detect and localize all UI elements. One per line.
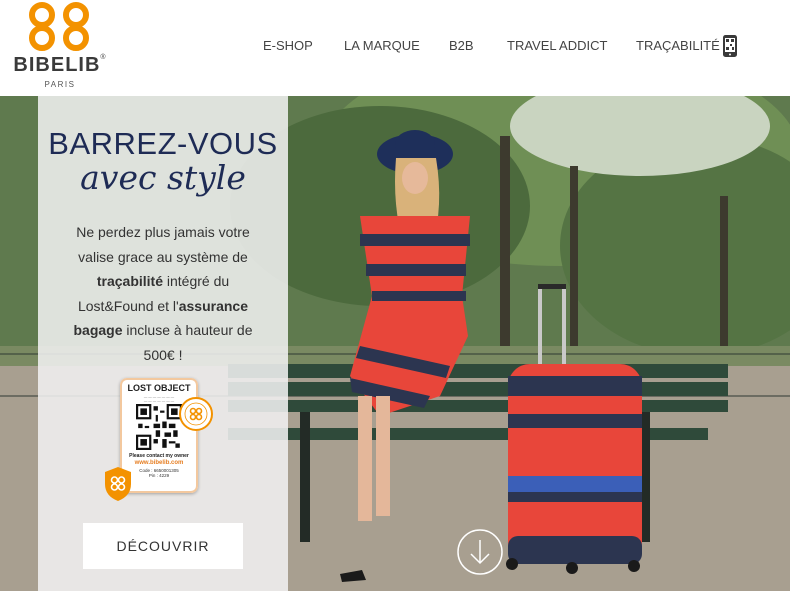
nav-item-eshop[interactable]: E-SHOP: [263, 38, 313, 53]
nav-item-travel-addict[interactable]: TRAVEL ADDICT: [507, 38, 607, 53]
arrow-down-circle-icon[interactable]: [456, 528, 504, 576]
site-header: BIBELIB® PARIS E-SHOP LA MARQUE B2B TRAV…: [0, 0, 790, 96]
hero-banner: BARREZ-VOUS avec style Ne perdez plus ja…: [0, 96, 790, 591]
hero-promo-panel: BARREZ-VOUS avec style Ne perdez plus ja…: [38, 96, 288, 591]
tag-contact: Please contact my owner: [129, 453, 189, 459]
hero-description: Ne perdez plus jamais votre valise grace…: [58, 220, 268, 367]
nav-item-b2b[interactable]: B2B: [449, 38, 474, 53]
qr-code-icon: [136, 404, 182, 450]
hero-title: BARREZ-VOUS: [48, 126, 278, 161]
bibelib-shield-icon: [105, 467, 131, 501]
phone-qr-icon[interactable]: [722, 34, 738, 58]
hero-text-part: incluse à hauteur de 500€ !: [122, 322, 253, 363]
discover-button[interactable]: DÉCOUVRIR: [83, 523, 243, 569]
main-nav: E-SHOP LA MARQUE B2B TRAVEL ADDICT TRAÇA…: [0, 38, 790, 58]
hero-text-part: Ne perdez plus jamais votre valise grace…: [76, 224, 250, 265]
nav-item-la-marque[interactable]: LA MARQUE: [344, 38, 420, 53]
tag-title: LOST OBJECT: [127, 383, 191, 393]
hero-script-title: avec style: [80, 158, 246, 197]
hero-text-bold: traçabilité: [96, 273, 163, 289]
tag-pin-value: Pin : 4229: [148, 473, 170, 478]
brand-city: PARIS: [44, 80, 76, 89]
nav-item-tracabilite[interactable]: TRAÇABILITÉ: [636, 38, 720, 53]
exclusivity-seal-icon: [179, 397, 213, 431]
